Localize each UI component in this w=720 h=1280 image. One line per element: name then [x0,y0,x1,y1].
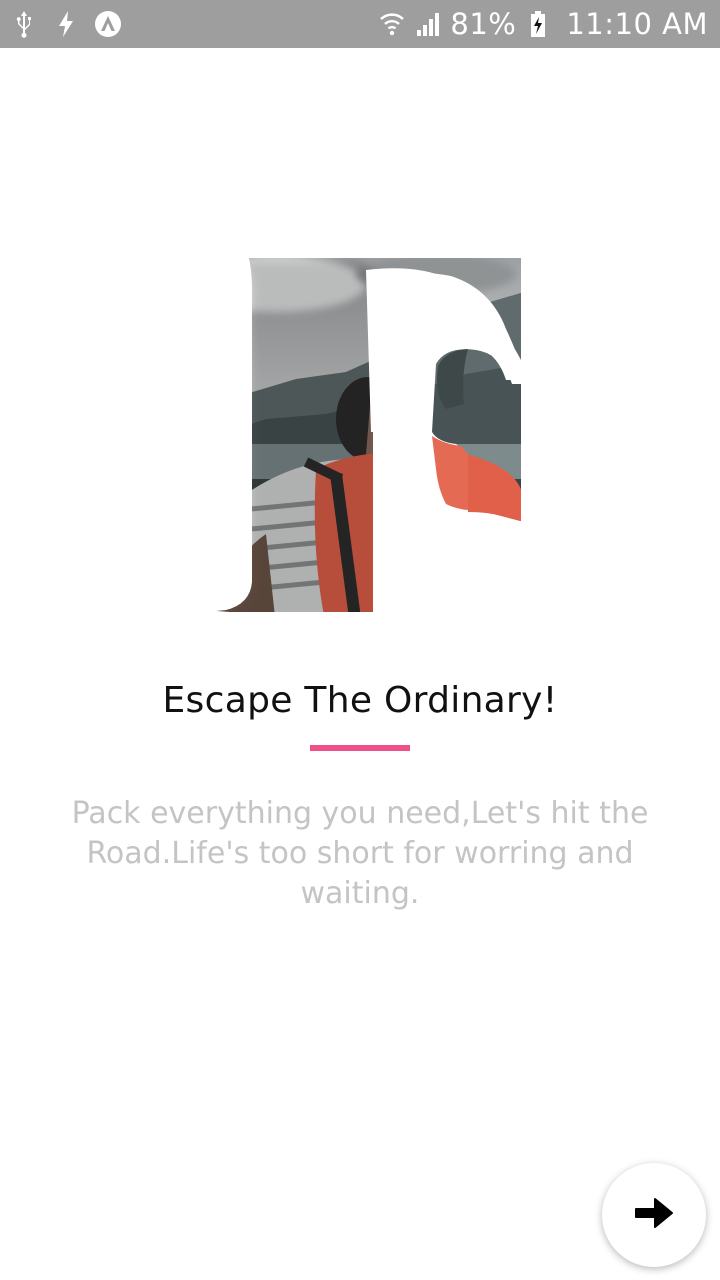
onboarding-description: Pack everything you need,Let's hit the R… [71,796,649,911]
flash-icon [52,10,80,38]
status-bar: 81% 11:10 AM [0,0,720,48]
arrow-right-icon [633,1192,675,1239]
next-button[interactable] [602,1163,706,1267]
onboarding-screen: 81% 11:10 AM Escape The Ordinary! Pack e… [0,0,720,1280]
title-divider [310,745,410,751]
signal-icon [414,10,442,38]
battery-percent: 81% [450,7,517,41]
hero-image [206,254,524,626]
usb-icon [10,10,38,38]
onboarding-title: Escape The Ordinary! [162,680,558,721]
status-right-icons: 81% 11:10 AM [378,7,708,41]
clock: 11:10 AM [566,7,708,41]
battery-charging-icon [524,10,552,38]
wifi-icon [378,10,406,38]
status-left-icons [10,10,122,38]
app-badge-icon [94,10,122,38]
